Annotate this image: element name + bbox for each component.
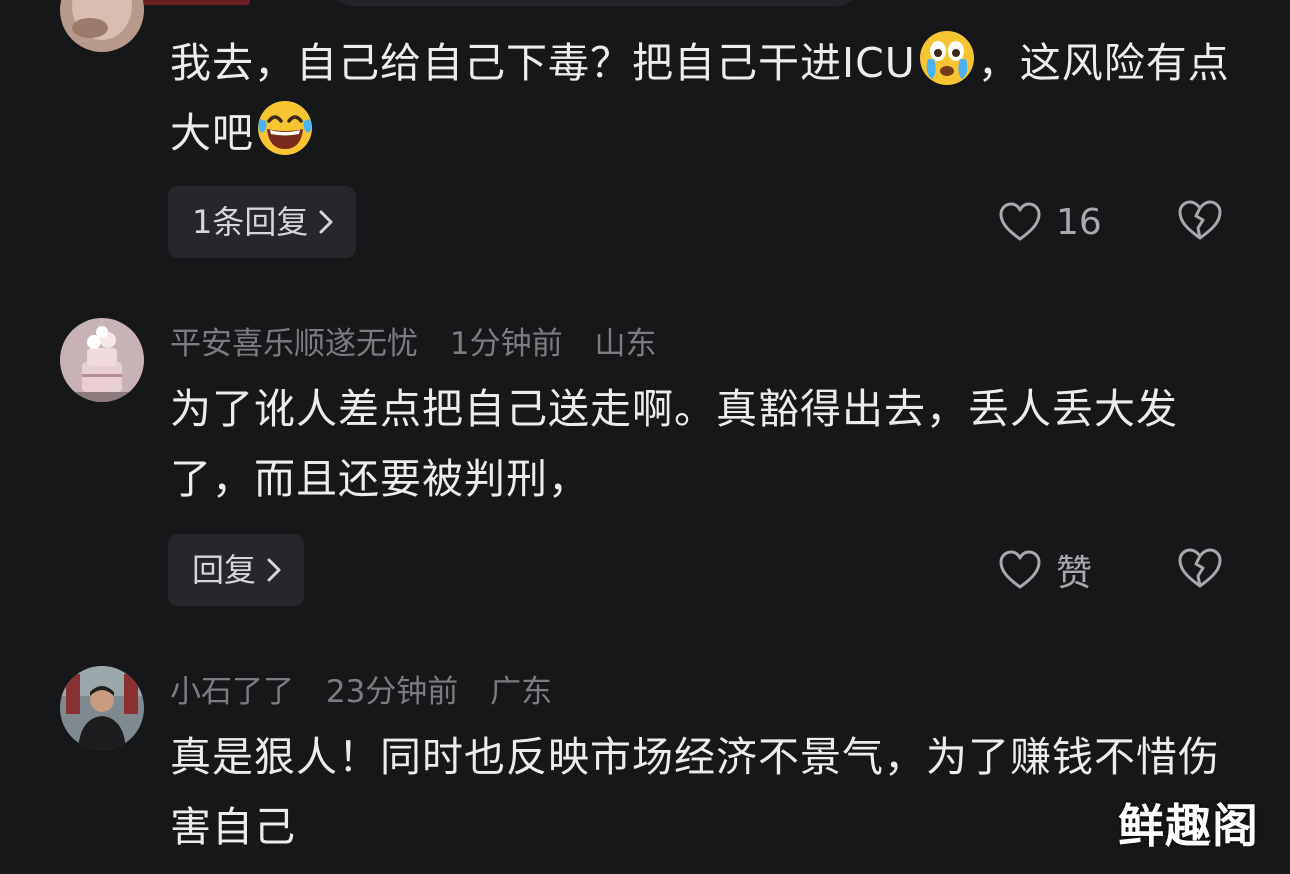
reply-button[interactable]: 回复 (168, 534, 305, 606)
crying-face-icon (918, 29, 976, 87)
heart-outline-icon (998, 550, 1042, 590)
watermark: 鲜趣阁 (1118, 799, 1259, 853)
avatar[interactable] (60, 318, 144, 402)
dislike-button[interactable] (1176, 198, 1224, 246)
avatar[interactable] (60, 666, 144, 750)
username[interactable]: 小石了了 (170, 674, 294, 710)
like-count: 16 (1056, 201, 1102, 243)
timestamp: 23分钟前 (325, 674, 459, 710)
broken-heart-icon (1176, 198, 1224, 242)
comment-text-part: 我去，自己给自己下毒？把自己干进ICU (170, 39, 916, 87)
top-overlay-fragment (330, 0, 860, 6)
comment-text: 真是狠人！同时也反映市场经济不景气，为了赚钱不惜伤害自己 (170, 733, 1220, 851)
avatar[interactable] (60, 0, 144, 52)
like-button[interactable]: 赞 (998, 546, 1092, 594)
view-replies-button[interactable]: 1条回复 (168, 186, 357, 258)
view-replies-label: 1条回复 (192, 203, 309, 241)
username[interactable]: 平安喜乐顺遂无忧 (170, 326, 418, 362)
comment-meta: 平安喜乐顺遂无忧 1分钟前 山东 (170, 324, 678, 364)
location: 山东 (594, 326, 657, 362)
reply-label: 回复 (192, 551, 257, 589)
like-button[interactable]: 16 (998, 198, 1102, 246)
location: 广东 (490, 674, 553, 710)
comment-text: 为了讹人差点把自己送走啊。真豁得出去，丢人丢大发了，而且还要被判刑， (170, 385, 1178, 503)
laughing-tears-icon (256, 99, 314, 157)
heart-outline-icon (998, 202, 1042, 242)
comment-text: 我去，自己给自己下毒？把自己干进ICU ，这风险有点大吧 (170, 28, 1240, 168)
like-label: 赞 (1056, 553, 1093, 594)
top-red-fragment (134, 0, 250, 5)
comment-meta: 小石了了 23分钟前 广东 (170, 672, 574, 712)
dislike-button[interactable] (1176, 546, 1224, 594)
timestamp: 1分钟前 (449, 326, 563, 362)
chevron-right-icon (318, 208, 334, 236)
chevron-right-icon (266, 556, 282, 584)
broken-heart-icon (1176, 546, 1224, 590)
